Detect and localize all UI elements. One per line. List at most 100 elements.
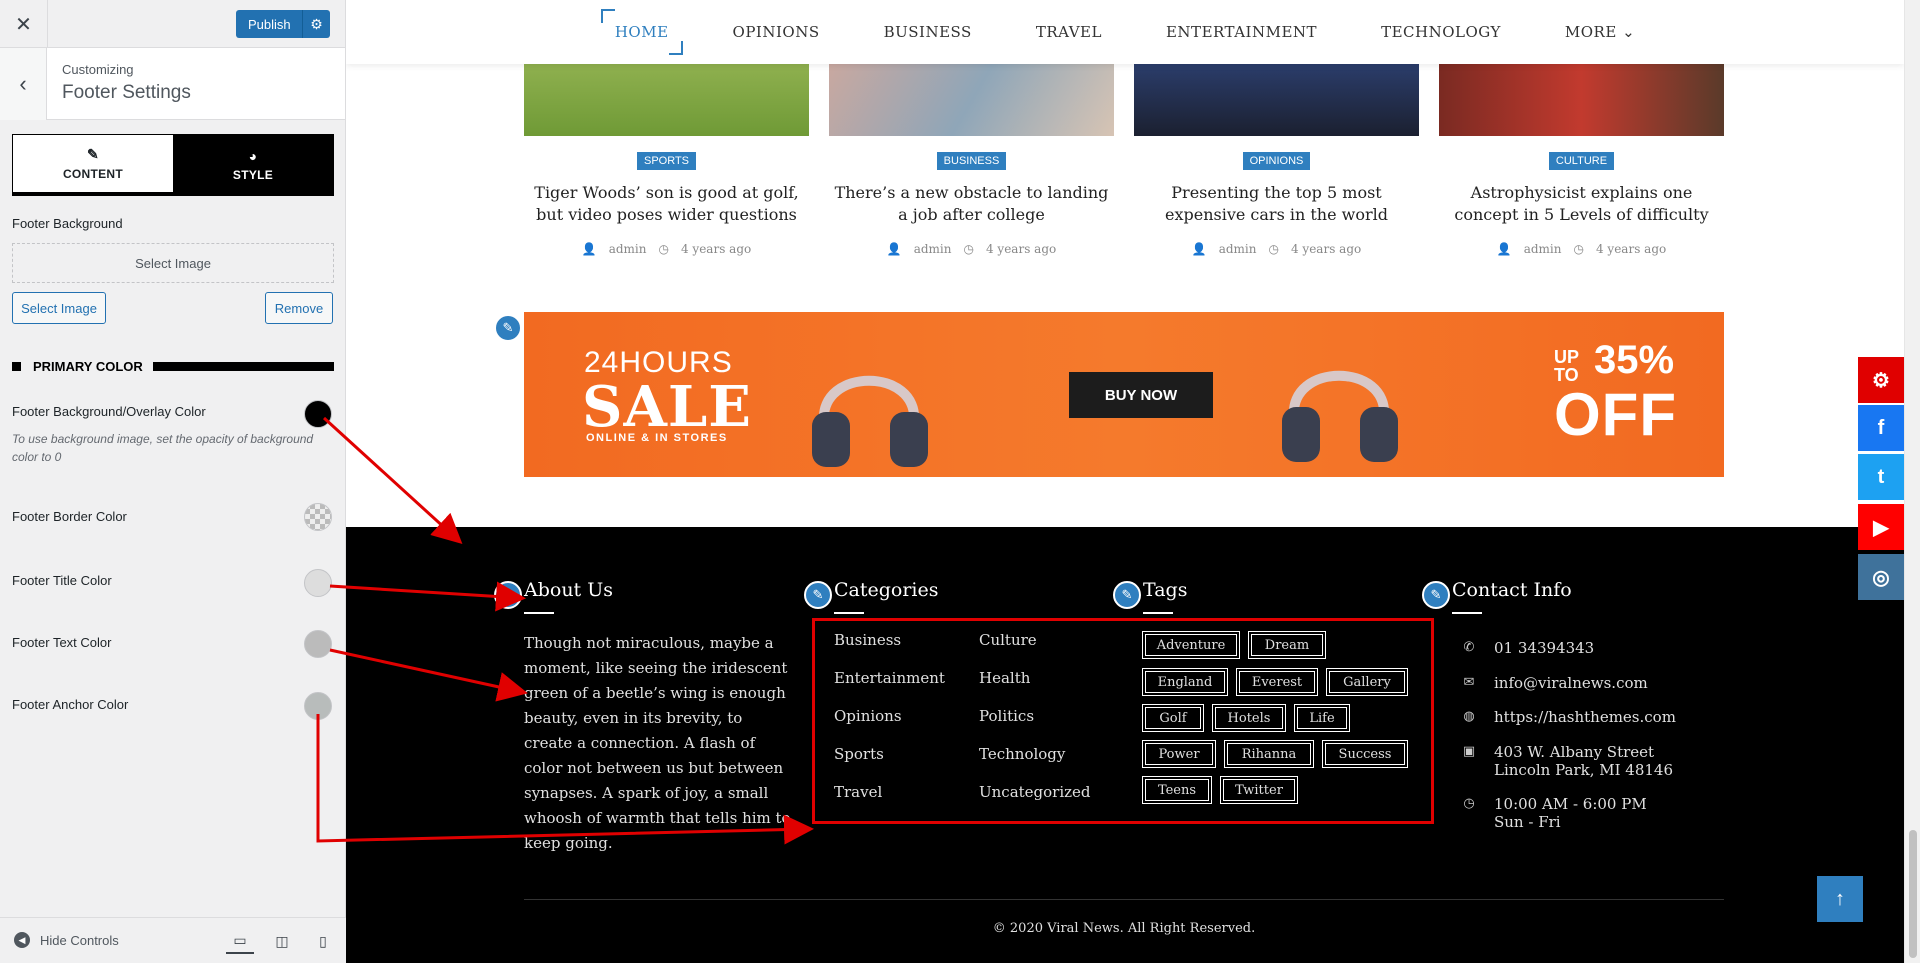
tag-link[interactable]: Everest (1236, 668, 1318, 696)
scrollbar-thumb[interactable] (1909, 830, 1917, 958)
contact-phone: ✆ 01 34394343 (1464, 639, 1595, 657)
chevron-left-icon[interactable]: ‹ (0, 48, 47, 120)
post-thumbnail[interactable] (524, 64, 809, 136)
heading-square (12, 361, 21, 371)
clock-icon: ◷ (963, 242, 974, 256)
tab-content[interactable]: ✎ CONTENT (13, 135, 173, 195)
youtube-icon[interactable]: ▶ (1858, 504, 1904, 550)
mobile-icon[interactable]: ▯ (309, 928, 337, 954)
buy-now-button[interactable]: BUY NOW (1069, 372, 1213, 418)
nav-home[interactable]: HOME (600, 9, 683, 55)
category-link[interactable]: Health (979, 669, 1030, 687)
category-link[interactable]: Travel (834, 783, 882, 801)
category-badge[interactable]: BUSINESS (936, 152, 1007, 170)
twitter-icon[interactable]: t (1858, 454, 1904, 500)
category-badge[interactable]: OPINIONS (1242, 152, 1311, 170)
post-author[interactable]: admin (609, 242, 647, 256)
footer-anchor-color-swatch[interactable] (304, 692, 332, 720)
nav-entertainment[interactable]: ENTERTAINMENT (1152, 17, 1331, 47)
tag-link[interactable]: Rihanna (1224, 740, 1314, 768)
tag-link[interactable]: Hotels (1212, 704, 1286, 732)
post-card[interactable]: BUSINESS There’s a new obstacle to landi… (829, 64, 1114, 256)
tag-link[interactable]: Golf (1142, 704, 1204, 732)
tag-link[interactable]: Success (1322, 740, 1408, 768)
category-link[interactable]: Opinions (834, 707, 902, 725)
tag-link[interactable]: Dream (1248, 631, 1326, 659)
post-author[interactable]: admin (1219, 242, 1257, 256)
post-title[interactable]: There’s a new obstacle to landing a job … (829, 182, 1114, 226)
post-title[interactable]: Tiger Woods’ son is good at golf, but vi… (524, 182, 809, 226)
nav-opinions[interactable]: OPINIONS (719, 17, 834, 47)
footer-border-color-swatch[interactable] (304, 503, 332, 531)
email-icon: ✉ (1463, 675, 1475, 690)
desktop-icon[interactable]: ▭ (226, 928, 254, 954)
post-author[interactable]: admin (914, 242, 952, 256)
pencil-icon[interactable]: ✎ (804, 581, 832, 609)
gear-icon[interactable]: ⚙ (302, 10, 330, 38)
select-image-dropzone[interactable]: Select Image (12, 243, 334, 283)
post-thumbnail[interactable] (829, 64, 1114, 136)
primary-color-heading: PRIMARY COLOR (12, 356, 334, 376)
nav-travel[interactable]: TRAVEL (1022, 17, 1116, 47)
select-image-button[interactable]: Select Image (12, 292, 106, 324)
brush-icon: ◕ (248, 148, 258, 164)
publish-button[interactable]: Publish ⚙ (236, 10, 330, 38)
nav-technology[interactable]: TECHNOLOGY (1367, 17, 1515, 47)
category-link[interactable]: Politics (979, 707, 1034, 725)
pencil-icon[interactable]: ✎ (1422, 581, 1450, 609)
nav-business[interactable]: BUSINESS (870, 17, 986, 47)
help-text: To use background image, set the opacity… (12, 432, 314, 464)
category-link[interactable]: Uncategorized (979, 783, 1091, 801)
post-card[interactable]: CULTURE Astrophysicist explains one conc… (1439, 64, 1724, 256)
publish-label[interactable]: Publish (236, 17, 302, 32)
tag-link[interactable]: Life (1294, 704, 1350, 732)
post-time: 4 years ago (1595, 242, 1667, 256)
tag-link[interactable]: Gallery (1326, 668, 1408, 696)
tag-link[interactable]: Adventure (1142, 631, 1240, 659)
pencil-icon[interactable]: ✎ (494, 314, 522, 342)
facebook-icon[interactable]: f (1858, 405, 1904, 451)
category-badge[interactable]: SPORTS (636, 152, 697, 170)
tab-style[interactable]: ◕ STYLE (173, 135, 333, 195)
footer-text-color-swatch[interactable] (304, 630, 332, 658)
hide-controls-button[interactable]: ◀ Hide Controls (14, 932, 119, 948)
post-card[interactable]: OPINIONS Presenting the top 5 most expen… (1134, 64, 1419, 256)
post-thumbnail[interactable] (1134, 64, 1419, 136)
tag-link[interactable]: Twitter (1220, 776, 1298, 804)
page-scrollbar[interactable] (1904, 0, 1920, 963)
tag-link[interactable]: Power (1142, 740, 1216, 768)
post-card[interactable]: SPORTS Tiger Woods’ son is good at golf,… (524, 64, 809, 256)
website-value[interactable]: https://hashthemes.com (1494, 708, 1676, 726)
category-link[interactable]: Entertainment (834, 669, 945, 687)
pencil-icon[interactable]: ✎ (494, 581, 522, 609)
close-icon[interactable]: ✕ (0, 0, 48, 48)
customizer-sidebar: ✕ Publish ⚙ ‹ Customizing Footer Setting… (0, 0, 346, 963)
tab-content-label: CONTENT (62, 167, 124, 181)
headphone-image (812, 375, 928, 467)
post-title[interactable]: Presenting the top 5 most expensive cars… (1134, 182, 1419, 226)
contact-website: ◍ https://hashthemes.com (1463, 708, 1676, 726)
post-title[interactable]: Astrophysicist explains one concept in 5… (1439, 182, 1724, 226)
category-link[interactable]: Sports (834, 745, 884, 763)
post-author[interactable]: admin (1524, 242, 1562, 256)
tablet-icon[interactable]: ◫ (268, 928, 296, 954)
arrow-up-icon[interactable]: ↑ (1817, 876, 1863, 922)
ad-banner[interactable]: 24HOURS SALE ONLINE & IN STORES BUY NOW … (524, 312, 1724, 477)
address-line2: Lincoln Park, MI 48146 (1494, 761, 1674, 779)
address-line1: 403 W. Albany Street (1494, 743, 1655, 761)
gear-icon[interactable]: ⚙ (1858, 357, 1904, 403)
email-value[interactable]: info@viralnews.com (1494, 674, 1648, 692)
category-link[interactable]: Culture (979, 631, 1037, 649)
category-link[interactable]: Business (834, 631, 901, 649)
remove-button[interactable]: Remove (265, 292, 333, 324)
footer-bg-color-swatch[interactable] (304, 400, 332, 428)
post-thumbnail[interactable] (1439, 64, 1724, 136)
nav-more[interactable]: MORE ⌄ (1551, 17, 1649, 47)
tag-link[interactable]: England (1142, 668, 1228, 696)
instagram-icon[interactable]: ◎ (1858, 554, 1904, 600)
tag-link[interactable]: Teens (1142, 776, 1212, 804)
pencil-icon[interactable]: ✎ (1113, 581, 1141, 609)
footer-title-color-swatch[interactable] (304, 569, 332, 597)
category-link[interactable]: Technology (979, 745, 1065, 763)
category-badge[interactable]: CULTURE (1548, 152, 1615, 170)
